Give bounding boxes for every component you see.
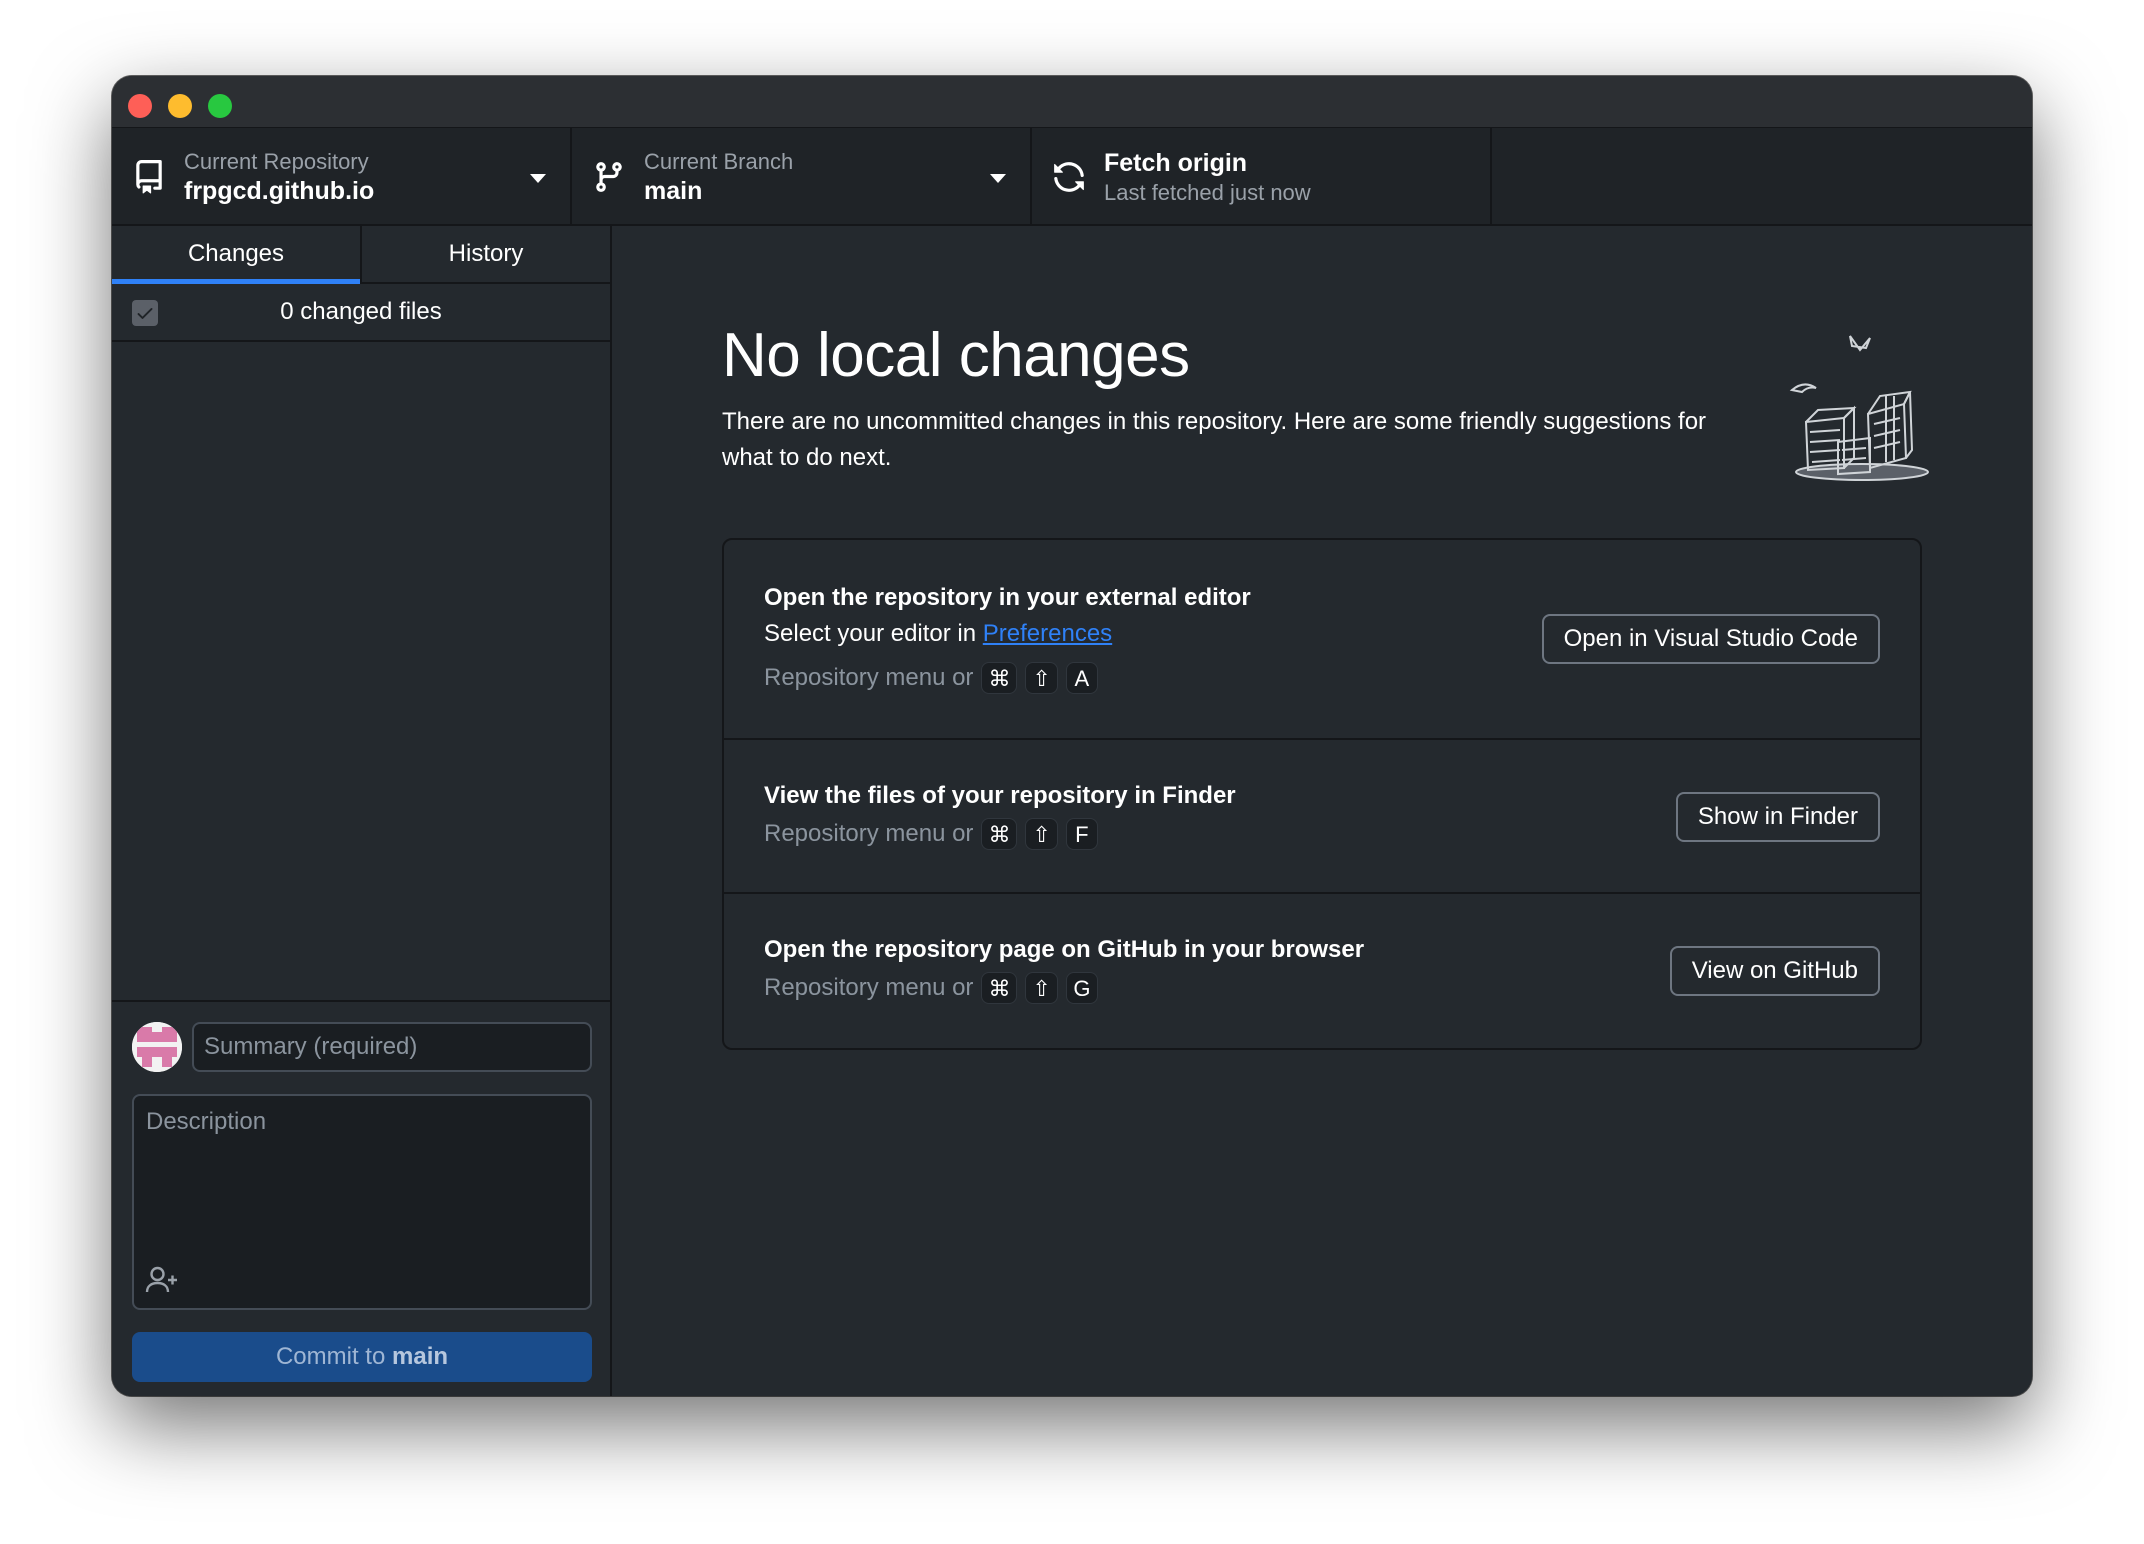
main-panel: No local changes There are no uncommitte… — [612, 226, 2032, 1396]
suggestion-open-editor: Open the repository in your external edi… — [724, 540, 1920, 740]
sidebar-tabs: Changes History — [112, 226, 610, 284]
current-branch-label: Current Branch — [644, 149, 794, 174]
repo-icon — [136, 160, 162, 194]
shift-key: ⇧ — [1025, 972, 1058, 1004]
current-repository-name: frpgcd.github.io — [184, 177, 375, 205]
page-description: There are no uncommitted changes in this… — [722, 408, 1707, 471]
letter-key: A — [1065, 662, 1098, 694]
suggestion-title: Open the repository in your external edi… — [764, 584, 1251, 611]
changed-files-header: 0 changed files — [112, 284, 610, 342]
fetch-origin-title: Fetch origin — [1104, 149, 1248, 177]
commit-button[interactable]: Commit to main — [132, 1332, 592, 1382]
keyboard-shortcut: Repository menu or ⌘ ⇧ G — [764, 972, 1098, 1004]
show-in-finder-button[interactable]: Show in Finder — [1675, 792, 1880, 842]
command-key: ⌘ — [981, 662, 1018, 694]
letter-key: F — [1065, 818, 1098, 850]
commit-button-branch: main — [392, 1343, 449, 1370]
shortcut-prefix: Repository menu or — [764, 664, 974, 691]
current-repository-button[interactable]: Current Repository frpgcd.github.io — [112, 128, 572, 224]
page-title: No local changes — [722, 321, 1190, 390]
sidebar: Changes History 0 changed files Summary … — [112, 226, 612, 1396]
suggestions-panel: Open the repository in your external edi… — [722, 538, 1922, 1050]
shortcut-prefix: Repository menu or — [764, 974, 974, 1001]
last-fetched-text: Last fetched just now — [1104, 180, 1311, 205]
letter-key: G — [1065, 972, 1098, 1004]
commit-message-area: Commit to main — [112, 1000, 610, 1396]
command-key: ⌘ — [981, 972, 1018, 1004]
minimize-window-button[interactable] — [168, 94, 192, 118]
commit-description-input[interactable] — [134, 1096, 590, 1256]
git-branch-icon — [596, 162, 622, 192]
current-branch-name: main — [644, 177, 703, 205]
preferences-link[interactable]: Preferences — [983, 620, 1112, 647]
commit-button-prefix: Commit to — [275, 1343, 386, 1370]
avatar — [132, 1022, 182, 1072]
current-branch-button[interactable]: Current Branch main — [572, 128, 1032, 224]
open-in-editor-button[interactable]: Open in Visual Studio Code — [1541, 614, 1880, 664]
suggestion-title: Open the repository page on GitHub in yo… — [764, 936, 1365, 963]
sync-icon — [1054, 162, 1084, 192]
current-repository-label: Current Repository — [184, 149, 369, 174]
close-window-button[interactable] — [128, 94, 152, 118]
changed-files-count: 0 changed files — [280, 298, 442, 325]
command-key: ⌘ — [981, 818, 1018, 850]
suggestion-subtitle: Select your editor in Preferences — [764, 620, 1112, 648]
keyboard-shortcut: Repository menu or ⌘ ⇧ A — [764, 662, 1098, 694]
commit-description-box — [132, 1094, 592, 1310]
shortcut-prefix: Repository menu or — [764, 820, 974, 847]
suggestion-view-on-github: Open the repository page on GitHub in yo… — [724, 894, 1920, 1048]
chevron-down-icon — [530, 174, 546, 183]
zoom-window-button[interactable] — [208, 94, 232, 118]
check-icon — [137, 308, 153, 319]
editor-preferences-text: Select your editor in — [764, 620, 977, 647]
commit-summary-input[interactable] — [192, 1022, 592, 1072]
keyboard-shortcut: Repository menu or ⌘ ⇧ F — [764, 818, 1098, 850]
title-bar — [112, 76, 2032, 128]
app-window: Current Repository frpgcd.github.io Curr… — [112, 76, 2032, 1396]
select-all-checkbox[interactable] — [132, 300, 158, 326]
shift-key: ⇧ — [1025, 662, 1058, 694]
shift-key: ⇧ — [1025, 818, 1058, 850]
suggestion-title: View the files of your repository in Fin… — [764, 782, 1236, 809]
person-add-icon[interactable] — [144, 1264, 180, 1296]
suggestion-show-in-finder: View the files of your repository in Fin… — [724, 740, 1920, 894]
view-on-github-button[interactable]: View on GitHub — [1669, 946, 1880, 996]
empty-state-illustration — [1789, 335, 1929, 481]
fetch-origin-button[interactable]: Fetch origin Last fetched just now — [1032, 128, 1492, 224]
chevron-down-icon — [990, 174, 1006, 183]
tab-changes[interactable]: Changes — [112, 226, 362, 284]
tab-history[interactable]: History — [362, 226, 610, 282]
toolbar: Current Repository frpgcd.github.io Curr… — [112, 128, 2032, 226]
